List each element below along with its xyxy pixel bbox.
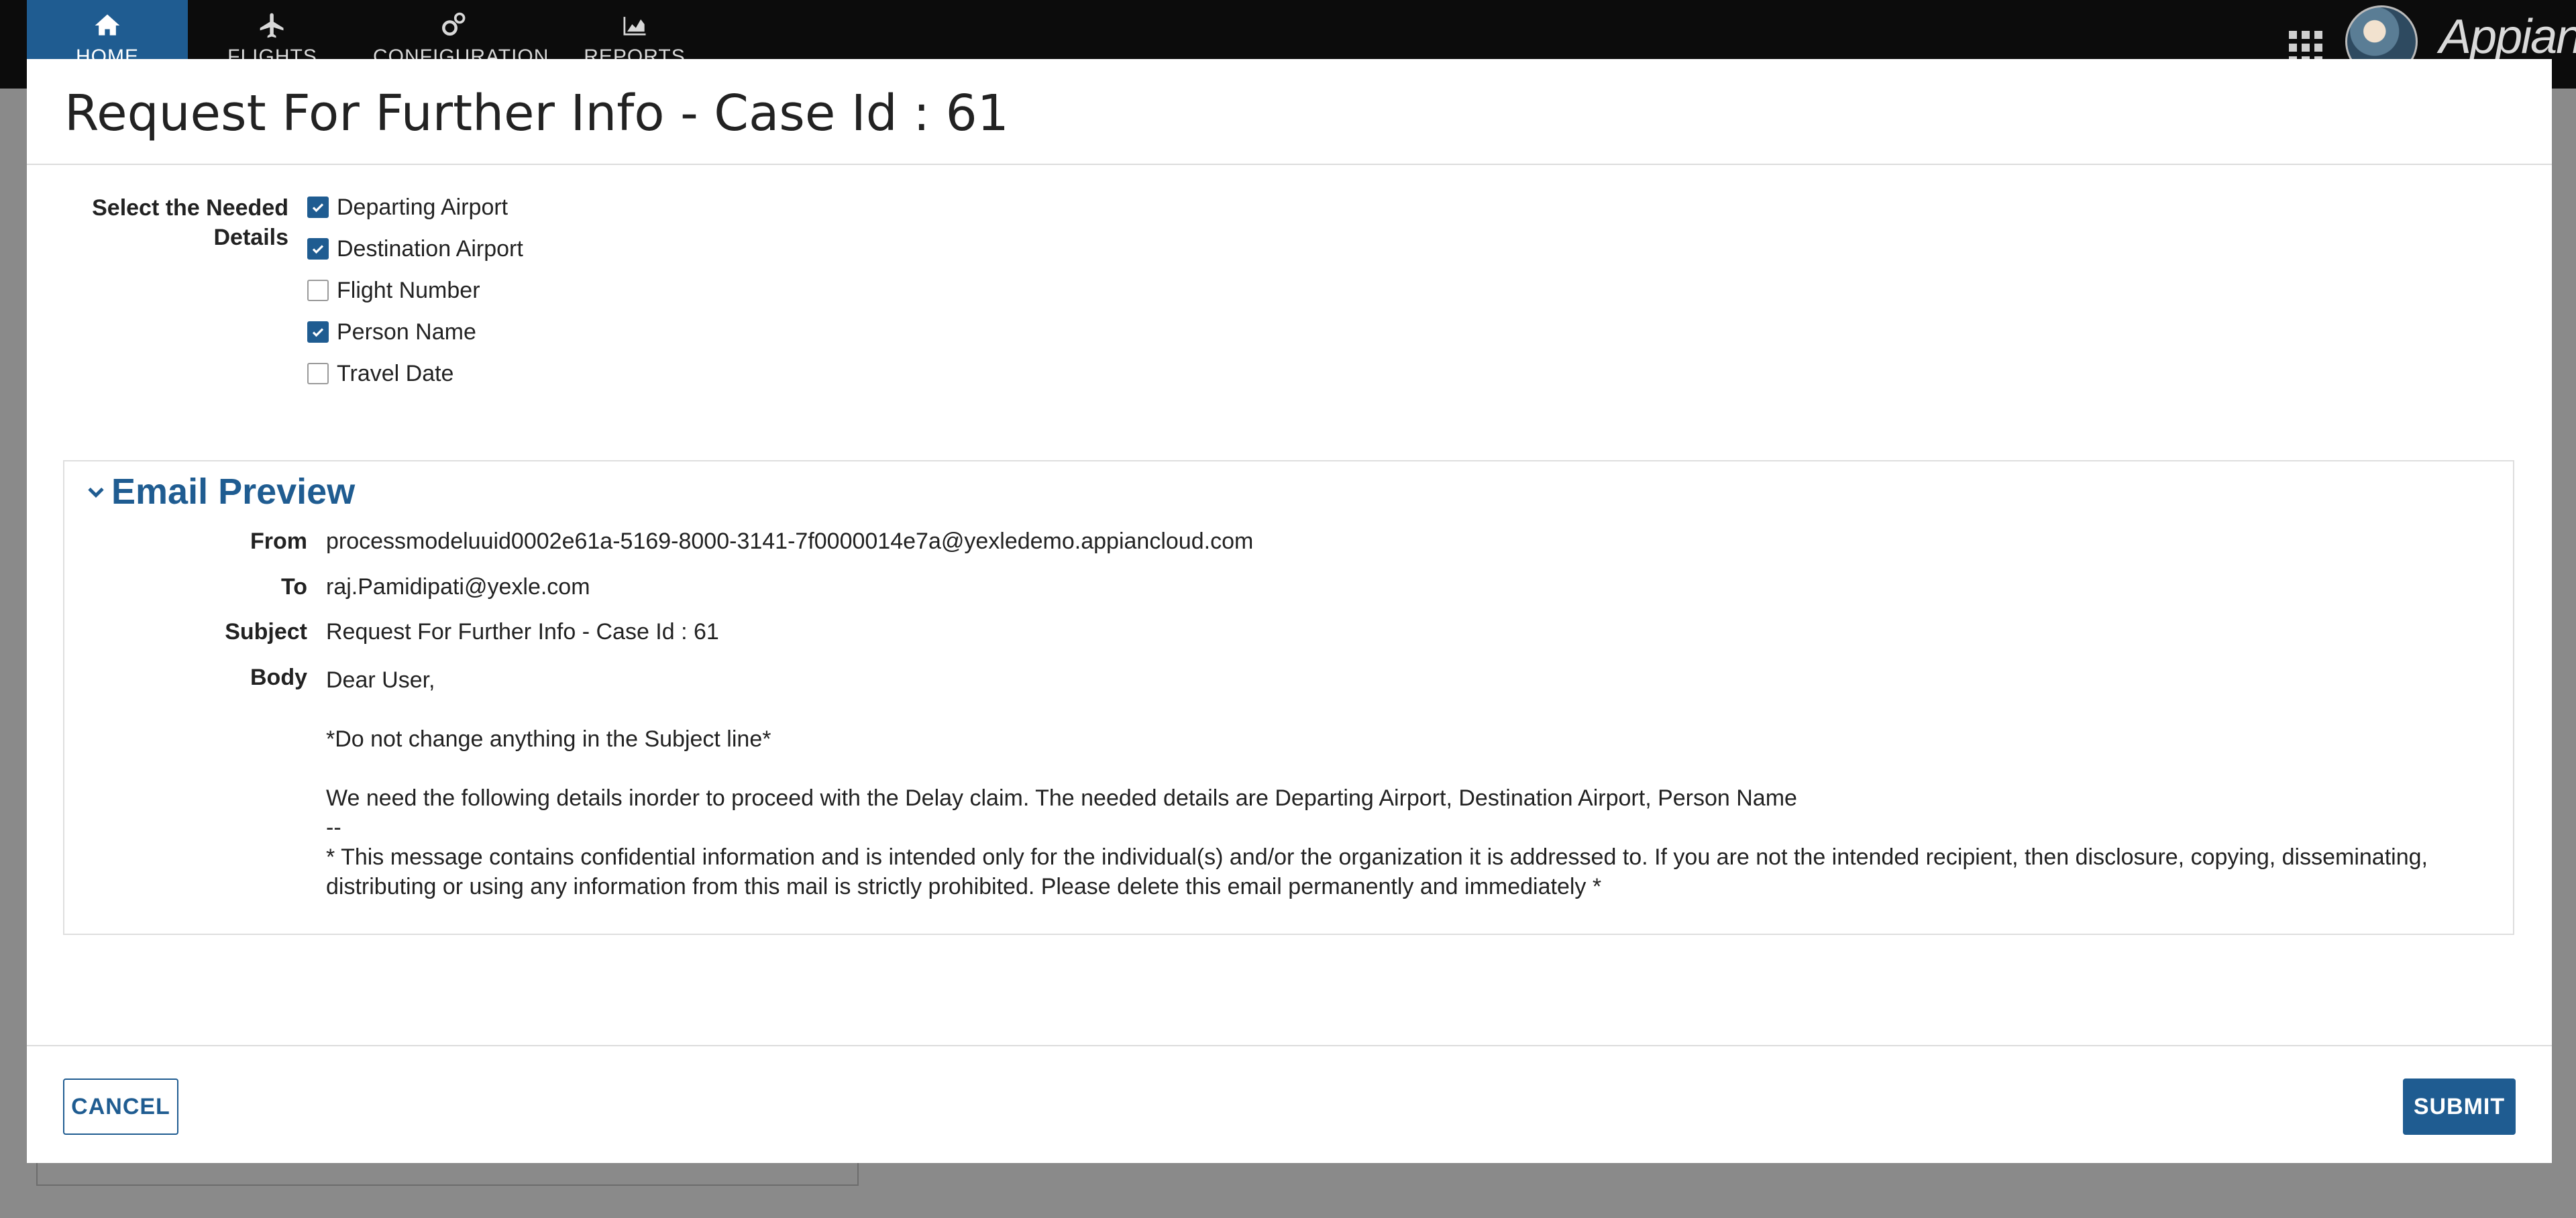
email-body: Dear User, *Do not change anything in th… [326, 665, 2486, 901]
checkbox-checked-icon[interactable] [307, 197, 329, 218]
checkbox-destination-airport[interactable]: Destination Airport [307, 228, 523, 270]
dialog-title: Request For Further Info - Case Id : 61 [64, 85, 1009, 142]
email-preview-toggle[interactable]: Email Preview [85, 471, 355, 512]
chevron-down-icon [88, 487, 104, 498]
body-note: *Do not change anything in the Subject l… [326, 726, 771, 752]
checkbox-unchecked-icon[interactable] [307, 280, 329, 301]
submit-button[interactable]: SUBMIT [2403, 1078, 2516, 1135]
checkbox-label: Flight Number [337, 277, 480, 303]
body-greeting: Dear User, [326, 667, 435, 693]
body-separator: -- [326, 815, 341, 840]
request-info-dialog: Request For Further Info - Case Id : 61 … [27, 59, 2552, 1163]
body-main: We need the following details inorder to… [326, 785, 1797, 811]
from-label: From [250, 529, 307, 554]
checkbox-label: Departing Airport [337, 194, 508, 220]
airplane-icon [260, 13, 284, 38]
checkbox-person-name[interactable]: Person Name [307, 311, 523, 353]
area-chart-icon [623, 17, 646, 36]
to-label: To [280, 574, 307, 600]
checkbox-label: Person Name [337, 319, 476, 345]
home-icon [95, 14, 120, 36]
subject-label: Subject [225, 619, 307, 645]
divider [27, 1045, 2552, 1046]
checkbox-label: Destination Airport [337, 235, 523, 262]
subject-value: Request For Further Info - Case Id : 61 [326, 619, 719, 645]
checkbox-checked-icon[interactable] [307, 321, 329, 343]
cancel-button[interactable]: CANCEL [63, 1078, 178, 1135]
checkbox-label: Travel Date [337, 360, 454, 386]
gears-icon [442, 12, 466, 36]
checkbox-departing-airport[interactable]: Departing Airport [307, 186, 523, 228]
body-label: Body [250, 665, 307, 690]
email-preview-section: Email Preview From processmodeluuid0002e… [63, 460, 2514, 935]
checkbox-flight-number[interactable]: Flight Number [307, 270, 523, 311]
body-disclaimer: * This message contains confidential inf… [326, 844, 2428, 899]
from-value: processmodeluuid0002e61a-5169-8000-3141-… [326, 529, 1254, 554]
checkbox-travel-date[interactable]: Travel Date [307, 353, 523, 394]
needed-details-checkbox-group: Departing Airport Destination Airport Fl… [307, 186, 523, 394]
to-value: raj.Pamidipati@yexle.com [326, 574, 590, 600]
needed-details-label: Select the Needed Details [92, 195, 288, 250]
checkbox-checked-icon[interactable] [307, 238, 329, 260]
checkbox-unchecked-icon[interactable] [307, 363, 329, 384]
email-preview-title: Email Preview [111, 472, 356, 512]
appian-logo: Appian [2439, 10, 2576, 64]
divider [27, 164, 2552, 165]
